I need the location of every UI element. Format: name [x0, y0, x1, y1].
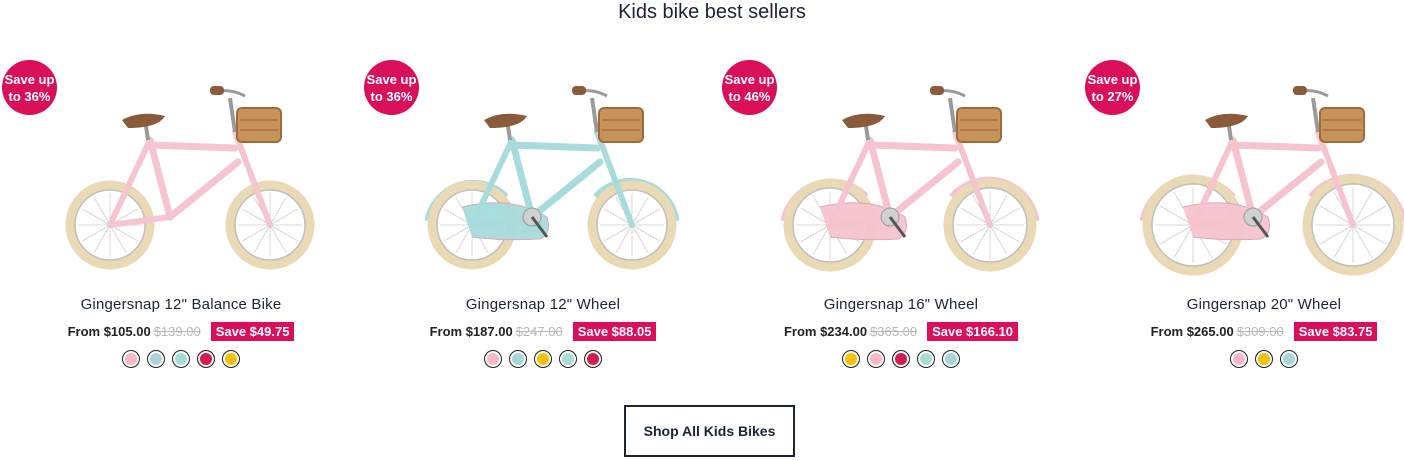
color-swatch[interactable] — [917, 350, 935, 368]
original-price: $139.00 — [153, 324, 201, 339]
from-price: From $105.00 — [67, 324, 151, 339]
color-swatch[interactable] — [559, 350, 577, 368]
from-price: From $265.00 — [1150, 324, 1234, 339]
product-name[interactable]: Gingersnap 16" Wheel — [720, 296, 1082, 313]
color-swatches — [1083, 350, 1404, 368]
shop-all-kids-bikes-button[interactable]: Shop All Kids Bikes — [624, 405, 795, 457]
color-swatch[interactable] — [172, 350, 190, 368]
color-swatch[interactable] — [842, 350, 860, 368]
color-swatch[interactable] — [892, 350, 910, 368]
color-swatch[interactable] — [584, 350, 602, 368]
bike-image[interactable] — [1123, 70, 1404, 280]
color-swatch[interactable] — [197, 350, 215, 368]
price-row: From $265.00 $309.00 Save $83.75 — [1083, 322, 1404, 341]
color-swatch[interactable] — [484, 350, 502, 368]
product-name[interactable]: Gingersnap 20" Wheel — [1083, 296, 1404, 313]
save-amount-badge: Save $83.75 — [1293, 322, 1378, 341]
color-swatch[interactable] — [942, 350, 960, 368]
bike-image[interactable] — [760, 70, 1060, 280]
color-swatches — [720, 350, 1082, 368]
product-card[interactable]: Save up to 27% Gingersnap 20" Wheel From… — [1083, 52, 1404, 382]
color-swatch[interactable] — [867, 350, 885, 368]
color-swatch[interactable] — [1230, 350, 1248, 368]
original-price: $247.00 — [515, 324, 563, 339]
product-name[interactable]: Gingersnap 12" Wheel — [362, 296, 724, 313]
from-price: From $187.00 — [429, 324, 513, 339]
color-swatch[interactable] — [122, 350, 140, 368]
color-swatch[interactable] — [509, 350, 527, 368]
bike-image[interactable] — [40, 70, 340, 280]
bike-image[interactable] — [402, 70, 702, 280]
color-swatch[interactable] — [222, 350, 240, 368]
color-swatch[interactable] — [1280, 350, 1298, 368]
price-row: From $234.00 $365.00 Save $166.10 — [720, 322, 1082, 341]
from-price: From $234.00 — [783, 324, 868, 339]
product-card[interactable]: Save up to 36% Gingersnap 12" Balance Bi… — [0, 52, 362, 382]
color-swatch[interactable] — [147, 350, 165, 368]
section-title: Kids bike best sellers — [618, 1, 806, 23]
product-card[interactable]: Save up to 36% Gingersnap 12" Wheel From… — [362, 52, 724, 382]
original-price: $365.00 — [870, 324, 918, 339]
price-row: From $105.00 $139.00 Save $49.75 — [0, 322, 362, 341]
color-swatches — [362, 350, 724, 368]
product-name[interactable]: Gingersnap 12" Balance Bike — [0, 296, 362, 313]
product-card[interactable]: Save up to 46% Gingersnap 16" Wheel From… — [720, 52, 1082, 382]
original-price: $309.00 — [1236, 324, 1284, 339]
save-amount-badge: Save $88.05 — [572, 322, 657, 341]
color-swatches — [0, 350, 362, 368]
save-amount-badge: Save $49.75 — [210, 322, 295, 341]
price-row: From $187.00 $247.00 Save $88.05 — [362, 322, 724, 341]
color-swatch[interactable] — [1255, 350, 1273, 368]
save-amount-badge: Save $166.10 — [927, 322, 1019, 341]
color-swatch[interactable] — [534, 350, 552, 368]
